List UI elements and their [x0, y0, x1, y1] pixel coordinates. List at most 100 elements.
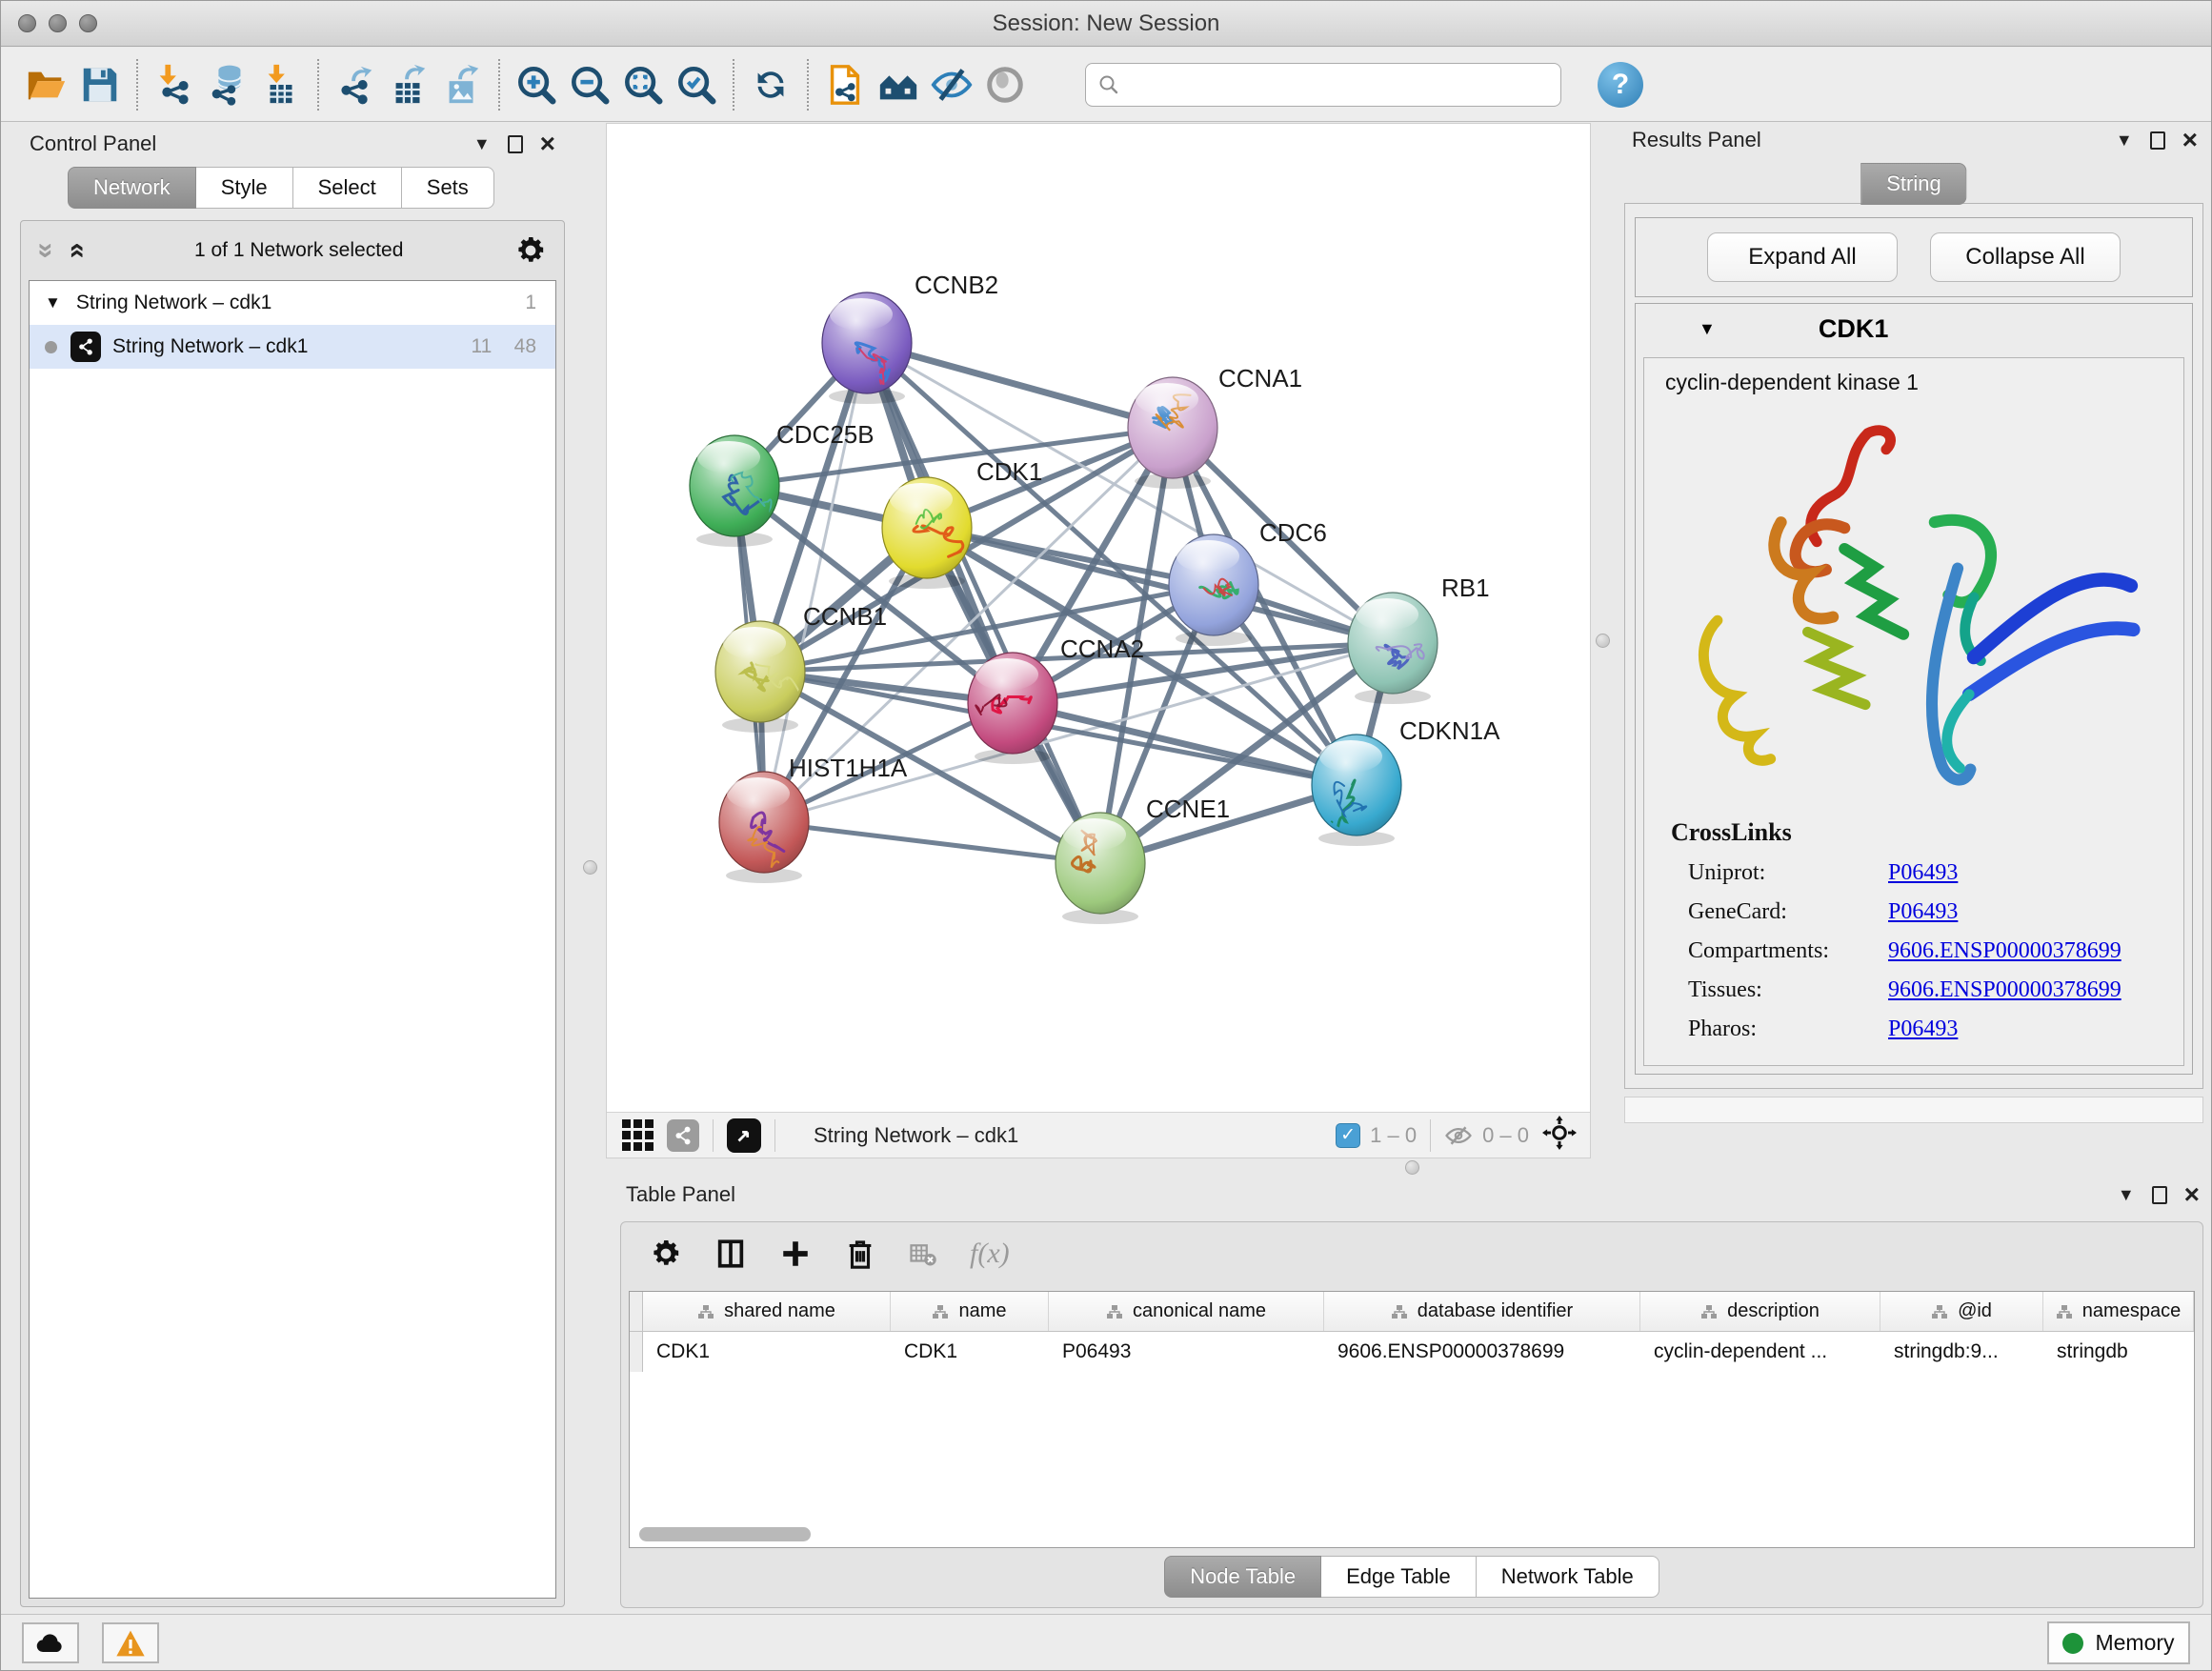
first-neighbors-button[interactable] [818, 56, 872, 113]
left-splitter-grip[interactable] [583, 860, 597, 875]
tab-sets[interactable]: Sets [402, 167, 494, 209]
export-network-button[interactable] [329, 56, 382, 113]
network-edge[interactable] [764, 822, 1100, 863]
table-cell[interactable]: stringdb:9... [1880, 1332, 2043, 1372]
bottom-splitter-grip[interactable] [1405, 1160, 1419, 1175]
panel-float-icon[interactable] [508, 135, 523, 153]
tab-network-table[interactable]: Network Table [1477, 1556, 1659, 1598]
memory-label: Memory [2095, 1630, 2174, 1656]
network-options-gear-icon[interactable] [514, 234, 547, 267]
table-cell[interactable]: stringdb [2043, 1332, 2194, 1372]
help-button[interactable]: ? [1598, 62, 1643, 108]
save-session-button[interactable] [73, 56, 127, 113]
cloud-status-button[interactable] [22, 1622, 79, 1663]
network-selector-bar: » » 1 of 1 Network selected [29, 229, 556, 272]
panel-float-icon[interactable] [2150, 131, 2165, 150]
network-selected-text: 1 of 1 Network selected [83, 239, 514, 262]
zoom-out-button[interactable] [563, 56, 616, 113]
open-session-button[interactable] [20, 56, 73, 113]
panel-float-icon[interactable] [2152, 1186, 2167, 1204]
crosslink-row: Tissues: 9606.ENSP00000378699 [1688, 977, 2183, 1003]
network-edge[interactable] [764, 343, 867, 822]
zoom-fit-icon [621, 63, 665, 107]
panel-close-icon[interactable]: × [540, 131, 555, 157]
zoom-in-button[interactable] [510, 56, 563, 113]
table-row[interactable]: CDK1CDK1P064939606.ENSP00000378699cyclin… [630, 1332, 2194, 1372]
import-network-file-button[interactable] [148, 56, 201, 113]
network-view: CCNB2CCNA1CDC25BCDK1CDC6RB1CCNB1CCNA2CDK… [606, 123, 1591, 1158]
crosslinks-title: CrossLinks [1671, 818, 2183, 847]
collection-expand-icon[interactable]: ▼ [45, 293, 61, 312]
column-header-canonical-name[interactable]: canonical name [1049, 1292, 1324, 1331]
collapse-all-button[interactable]: Collapse All [1930, 232, 2121, 282]
tab-select[interactable]: Select [293, 167, 402, 209]
crosslink-row: Uniprot: P06493 [1688, 860, 2183, 886]
tab-string[interactable]: String [1860, 163, 1966, 205]
right-splitter-grip[interactable] [1596, 634, 1610, 648]
network-share-icon[interactable] [667, 1119, 699, 1152]
hide-selected-button[interactable] [925, 56, 978, 113]
birdseye-view-icon[interactable] [727, 1118, 761, 1153]
genecard-link[interactable]: P06493 [1888, 899, 1958, 925]
table-horizontal-scrollbar[interactable] [639, 1527, 811, 1541]
search-input[interactable] [1130, 73, 1549, 96]
column-header-description[interactable]: description [1640, 1292, 1880, 1331]
home-networks-button[interactable] [872, 56, 925, 113]
details-expand-icon[interactable]: ▼ [1699, 319, 1716, 339]
collapse-all-networks-icon[interactable]: » [37, 243, 54, 259]
protein-structure-image [1666, 413, 2162, 794]
table-cell[interactable]: 9606.ENSP00000378699 [1324, 1332, 1640, 1372]
zoom-fit-button[interactable] [616, 56, 670, 113]
network-edge[interactable] [867, 343, 1100, 863]
string-results-container: Expand All Collapse All ▼ CDK1 cyclin-de… [1624, 203, 2203, 1089]
table-options-gear-icon[interactable] [650, 1238, 682, 1270]
table-cell[interactable]: CDK1 [891, 1332, 1049, 1372]
show-all-button[interactable] [978, 56, 1032, 113]
warning-status-button[interactable] [102, 1622, 159, 1663]
column-header-namespace[interactable]: namespace [2043, 1292, 2194, 1331]
panel-menu-icon[interactable]: ▼ [2116, 131, 2133, 151]
refresh-button[interactable] [744, 56, 797, 113]
show-columns-icon[interactable] [714, 1238, 747, 1270]
column-header--id[interactable]: @id [1880, 1292, 2043, 1331]
column-header-name[interactable]: name [891, 1292, 1049, 1331]
network-canvas[interactable]: CCNB2CCNA1CDC25BCDK1CDC6RB1CCNB1CCNA2CDK… [607, 124, 1590, 1112]
uniprot-link[interactable]: P06493 [1888, 860, 1958, 886]
expand-all-button[interactable]: Expand All [1707, 232, 1898, 282]
export-table-button[interactable] [382, 56, 435, 113]
panel-menu-icon[interactable]: ▼ [2118, 1185, 2135, 1205]
tab-node-table[interactable]: Node Table [1164, 1556, 1321, 1598]
network-row[interactable]: String Network – cdk1 11 48 [30, 325, 555, 369]
column-header-database-identifier[interactable]: database identifier [1324, 1292, 1640, 1331]
search-field[interactable] [1085, 63, 1561, 107]
panel-close-icon[interactable]: × [2184, 1181, 2200, 1208]
main-toolbar: ? [1, 48, 2211, 122]
node-details-header[interactable]: ▼ CDK1 [1636, 304, 2192, 353]
memory-button[interactable]: Memory [2047, 1621, 2190, 1664]
zoom-selected-button[interactable] [670, 56, 723, 113]
panel-close-icon[interactable]: × [2182, 127, 2198, 153]
add-column-icon[interactable] [779, 1238, 812, 1270]
import-network-database-button[interactable] [201, 56, 254, 113]
compartments-link[interactable]: 9606.ENSP00000378699 [1888, 938, 2122, 964]
tab-edge-table[interactable]: Edge Table [1321, 1556, 1477, 1598]
column-header-shared-name[interactable]: shared name [643, 1292, 891, 1331]
network-collection-row[interactable]: ▼ String Network – cdk1 1 [30, 281, 555, 325]
tab-style[interactable]: Style [196, 167, 293, 209]
tissues-link[interactable]: 9606.ENSP00000378699 [1888, 977, 2122, 1003]
pharos-link[interactable]: P06493 [1888, 1017, 1958, 1042]
export-image-button[interactable] [435, 56, 489, 113]
expand-all-networks-icon[interactable]: » [67, 243, 84, 259]
table-cell[interactable]: P06493 [1049, 1332, 1324, 1372]
results-scrollbar-track[interactable] [1624, 1097, 2203, 1123]
table-cell[interactable]: cyclin-dependent ... [1640, 1332, 1880, 1372]
table-cell[interactable]: CDK1 [643, 1332, 891, 1372]
import-table-button[interactable] [254, 56, 308, 113]
fit-content-icon[interactable] [1542, 1116, 1577, 1156]
tab-network[interactable]: Network [68, 167, 196, 209]
panel-menu-icon[interactable]: ▼ [473, 134, 491, 154]
node-label-cdc25b: CDC25B [776, 420, 875, 449]
selected-checkbox-icon[interactable]: ✓ [1336, 1123, 1360, 1148]
grid-view-icon[interactable] [622, 1119, 654, 1151]
delete-column-icon[interactable] [844, 1238, 876, 1270]
